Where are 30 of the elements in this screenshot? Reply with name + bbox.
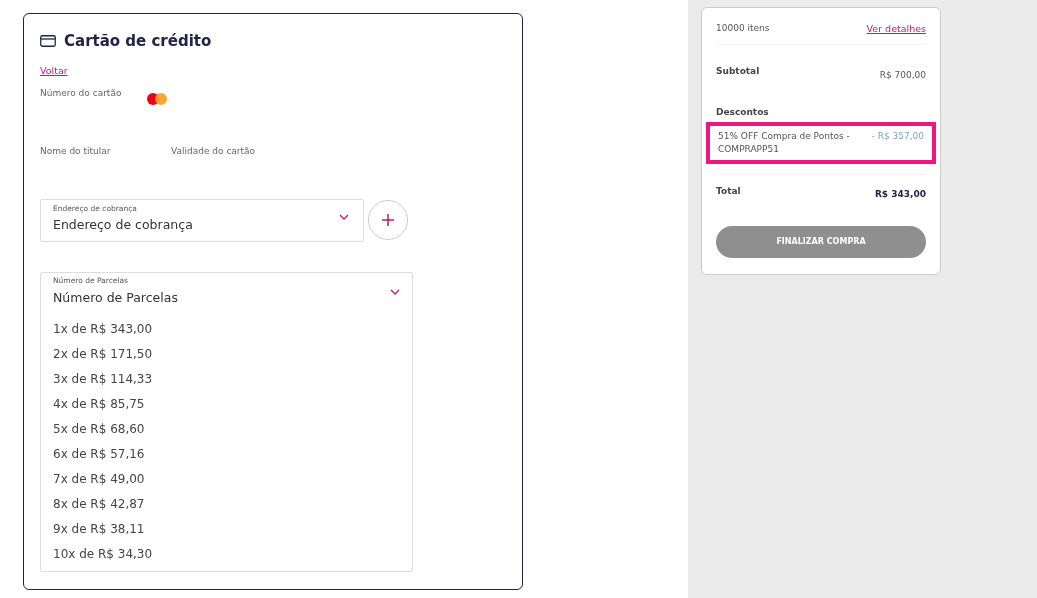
total-value: R$ 343,00 <box>874 188 926 202</box>
field-label: Nome do titular <box>40 145 112 158</box>
card-brand-icon <box>147 93 167 105</box>
back-link[interactable]: Voltar <box>40 64 68 79</box>
plus-icon <box>381 213 395 228</box>
dropdown-option[interactable]: 4x de R$ 85,75 <box>53 391 400 417</box>
discounts-label: Descontos <box>716 105 770 119</box>
item-count: 10000 itens <box>716 22 770 36</box>
field-label: Número do cartão <box>40 87 123 100</box>
total-label: Total <box>716 185 741 199</box>
section-title: Cartão de crédito <box>64 32 212 50</box>
chevron-down-icon <box>339 213 349 220</box>
details-link[interactable]: Ver detalhes <box>866 22 926 37</box>
subtotal-value: R$ 700,00 <box>879 69 926 83</box>
add-address-button[interactable] <box>368 200 408 241</box>
chevron-down-icon <box>390 289 400 295</box>
dropdown-option[interactable]: 7x de R$ 49,00 <box>53 466 400 492</box>
dropdown-option[interactable]: 5x de R$ 68,60 <box>53 416 400 442</box>
subtotal-label: Subtotal <box>716 65 760 79</box>
dropdown-option[interactable]: 6x de R$ 57,16 <box>53 441 400 467</box>
dropdown-option[interactable]: 3x de R$ 114,33 <box>53 366 400 392</box>
credit-card-icon <box>40 35 56 47</box>
discount-amount: - R$ 357,00 <box>871 130 924 144</box>
field-label: Validade do cartão <box>171 145 256 158</box>
dropdown-option[interactable]: 1x de R$ 343,00 <box>53 316 400 342</box>
dropdown-option[interactable]: 8x de R$ 42,87 <box>53 491 400 517</box>
dropdown-option[interactable]: 2x de R$ 171,50 <box>53 341 400 367</box>
dropdown-option[interactable]: 9x de R$ 38,11 <box>53 516 400 542</box>
discount-name: 51% OFF Compra de Pontos - COMPRAPP51 <box>718 130 851 157</box>
dropdown-option[interactable]: 10x de R$ 34,30 <box>53 541 400 567</box>
